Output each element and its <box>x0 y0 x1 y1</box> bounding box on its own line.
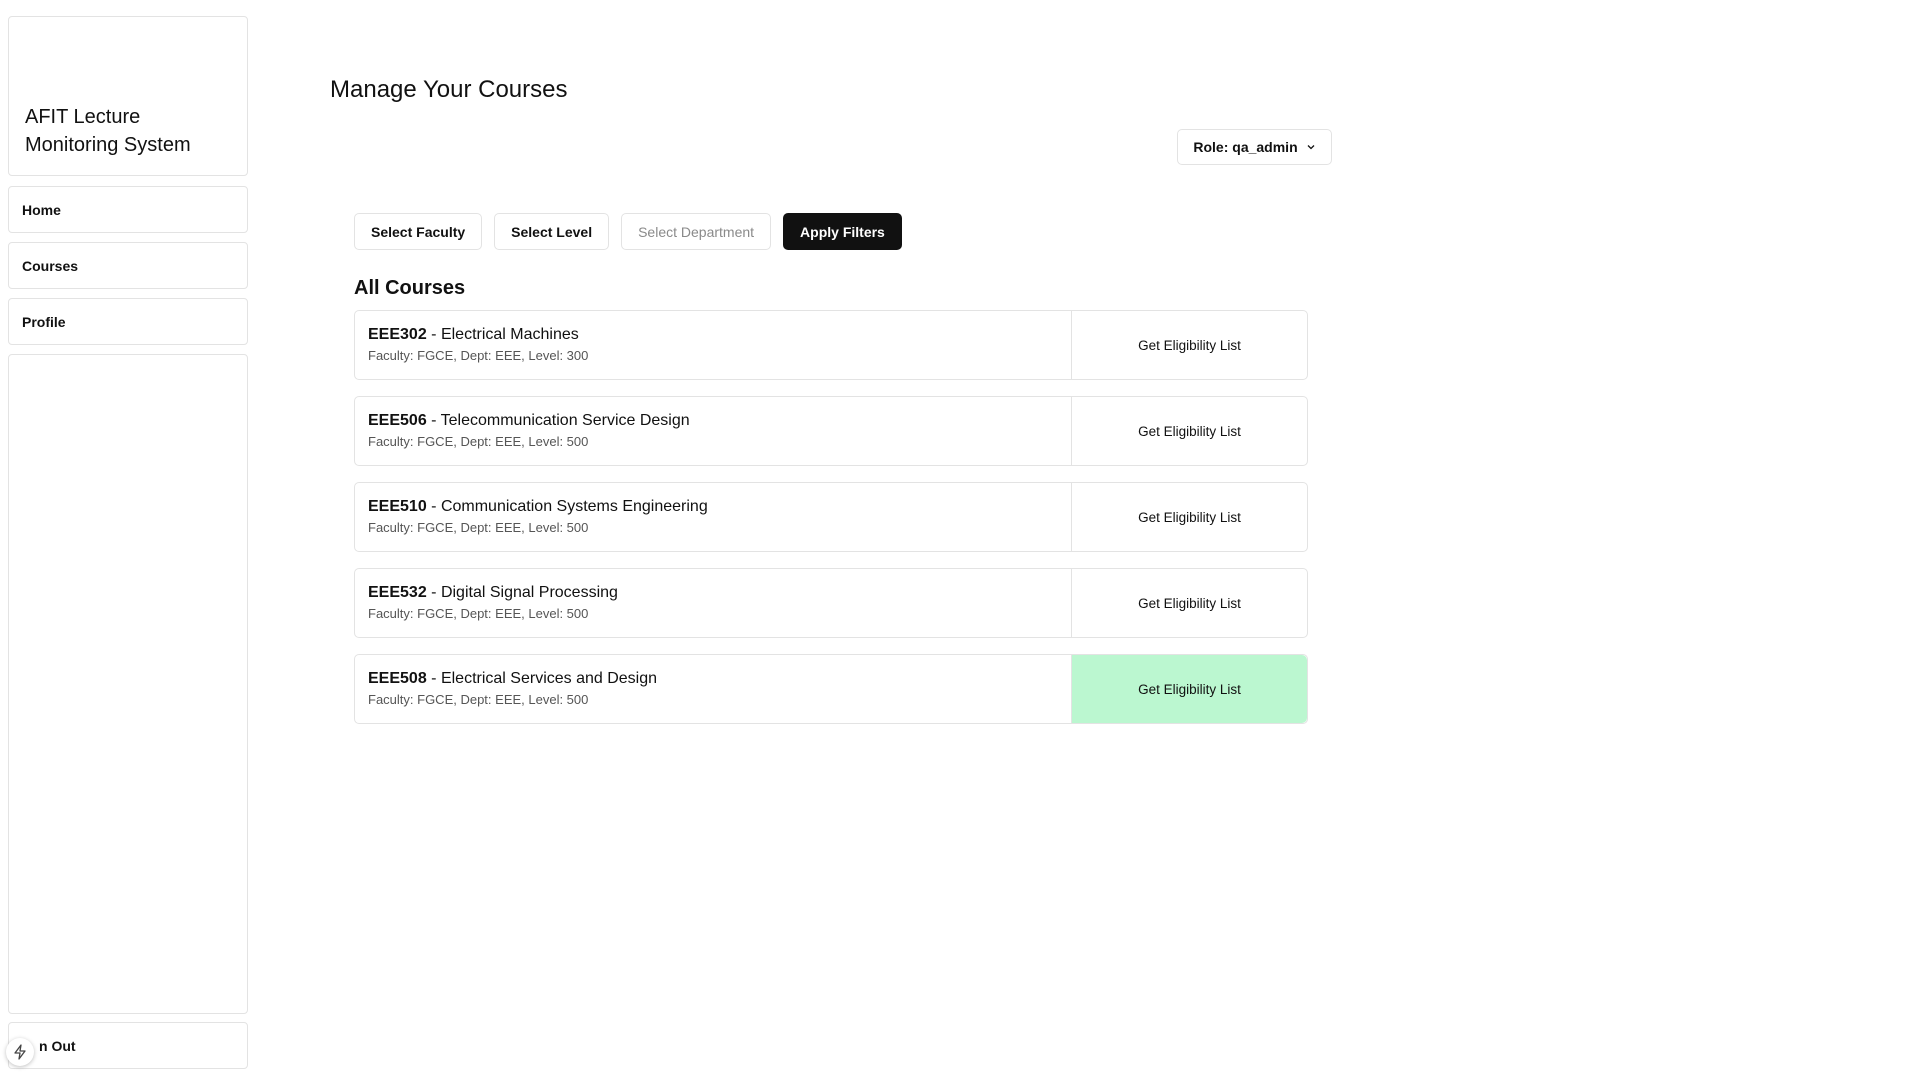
course-name: - Electrical Machines <box>426 326 579 343</box>
course-list: EEE302 - Electrical Machines Faculty: FG… <box>354 310 1308 740</box>
course-code: EEE302 <box>368 326 427 343</box>
select-level-button[interactable]: Select Level <box>494 213 610 250</box>
course-name: - Communication Systems Engineering <box>426 498 708 515</box>
course-meta: Faculty: FGCE, Dept: EEE, Level: 500 <box>368 692 589 707</box>
select-department-button[interactable]: Select Department <box>621 213 772 250</box>
role-label: Role: qa_admin <box>1193 139 1298 155</box>
app-title: AFIT Lecture Monitoring System <box>25 106 191 156</box>
course-name: - Digital Signal Processing <box>426 584 618 601</box>
course-info: EEE508 - Electrical Services and Design … <box>355 655 1071 723</box>
course-code: EEE510 <box>368 498 427 515</box>
get-eligibility-list-button[interactable]: Get Eligibility List <box>1071 483 1307 551</box>
page-title: Manage Your Courses <box>330 76 568 103</box>
course-info: EEE532 - Digital Signal Processing Facul… <box>355 569 1071 637</box>
course-meta: Faculty: FGCE, Dept: EEE, Level: 300 <box>368 348 589 363</box>
list-item: EEE532 - Digital Signal Processing Facul… <box>354 568 1308 638</box>
role-dropdown[interactable]: Role: qa_admin <box>1177 129 1332 165</box>
course-info: EEE510 - Communication Systems Engineeri… <box>355 483 1071 551</box>
course-name: - Telecommunication Service Design <box>426 412 690 429</box>
sidebar-item-courses[interactable]: Courses <box>8 242 248 289</box>
course-title: EEE508 - Electrical Services and Design <box>368 669 1058 689</box>
course-info: EEE506 - Telecommunication Service Desig… <box>355 397 1071 465</box>
course-title: EEE532 - Digital Signal Processing <box>368 583 1058 603</box>
course-title: EEE302 - Electrical Machines <box>368 325 1058 345</box>
course-code: EEE532 <box>368 584 427 601</box>
apply-filters-button[interactable]: Apply Filters <box>783 213 902 250</box>
course-meta: Faculty: FGCE, Dept: EEE, Level: 500 <box>368 606 589 621</box>
sidebar: AFIT Lecture Monitoring System Home Cour… <box>8 16 248 1072</box>
course-meta: Faculty: FGCE, Dept: EEE, Level: 500 <box>368 520 589 535</box>
section-title: All Courses <box>354 277 466 299</box>
sidebar-item-label: Profile <box>22 313 66 330</box>
get-eligibility-list-button[interactable]: Get Eligibility List <box>1071 311 1307 379</box>
sidebar-item-profile[interactable]: Profile <box>8 298 248 345</box>
course-title: EEE506 - Telecommunication Service Desig… <box>368 411 1058 431</box>
list-item: EEE510 - Communication Systems Engineeri… <box>354 482 1308 552</box>
course-code: EEE506 <box>368 412 427 429</box>
sidebar-item-home[interactable]: Home <box>8 186 248 233</box>
course-title: EEE510 - Communication Systems Engineeri… <box>368 497 1058 517</box>
sidebar-spacer <box>8 354 248 1014</box>
filter-bar: Select Faculty Select Level Select Depar… <box>354 213 902 250</box>
sign-out-label: n Out <box>39 1037 76 1054</box>
list-item: EEE506 - Telecommunication Service Desig… <box>354 396 1308 466</box>
sign-out-button[interactable]: n Out <box>8 1022 248 1069</box>
list-item: EEE508 - Electrical Services and Design … <box>354 654 1308 724</box>
lightning-icon[interactable] <box>6 1038 34 1066</box>
course-meta: Faculty: FGCE, Dept: EEE, Level: 500 <box>368 434 589 449</box>
course-info: EEE302 - Electrical Machines Faculty: FG… <box>355 311 1071 379</box>
brand-box: AFIT Lecture Monitoring System <box>8 16 248 176</box>
select-faculty-button[interactable]: Select Faculty <box>354 213 483 250</box>
get-eligibility-list-button[interactable]: Get Eligibility List <box>1071 569 1307 637</box>
course-code: EEE508 <box>368 670 427 687</box>
get-eligibility-list-button[interactable]: Get Eligibility List <box>1071 655 1307 723</box>
sidebar-item-label: Home <box>22 201 61 218</box>
sidebar-item-label: Courses <box>22 257 79 274</box>
course-name: - Electrical Services and Design <box>426 670 658 687</box>
list-item: EEE302 - Electrical Machines Faculty: FG… <box>354 310 1308 380</box>
chevron-down-icon <box>1306 139 1316 155</box>
get-eligibility-list-button[interactable]: Get Eligibility List <box>1071 397 1307 465</box>
